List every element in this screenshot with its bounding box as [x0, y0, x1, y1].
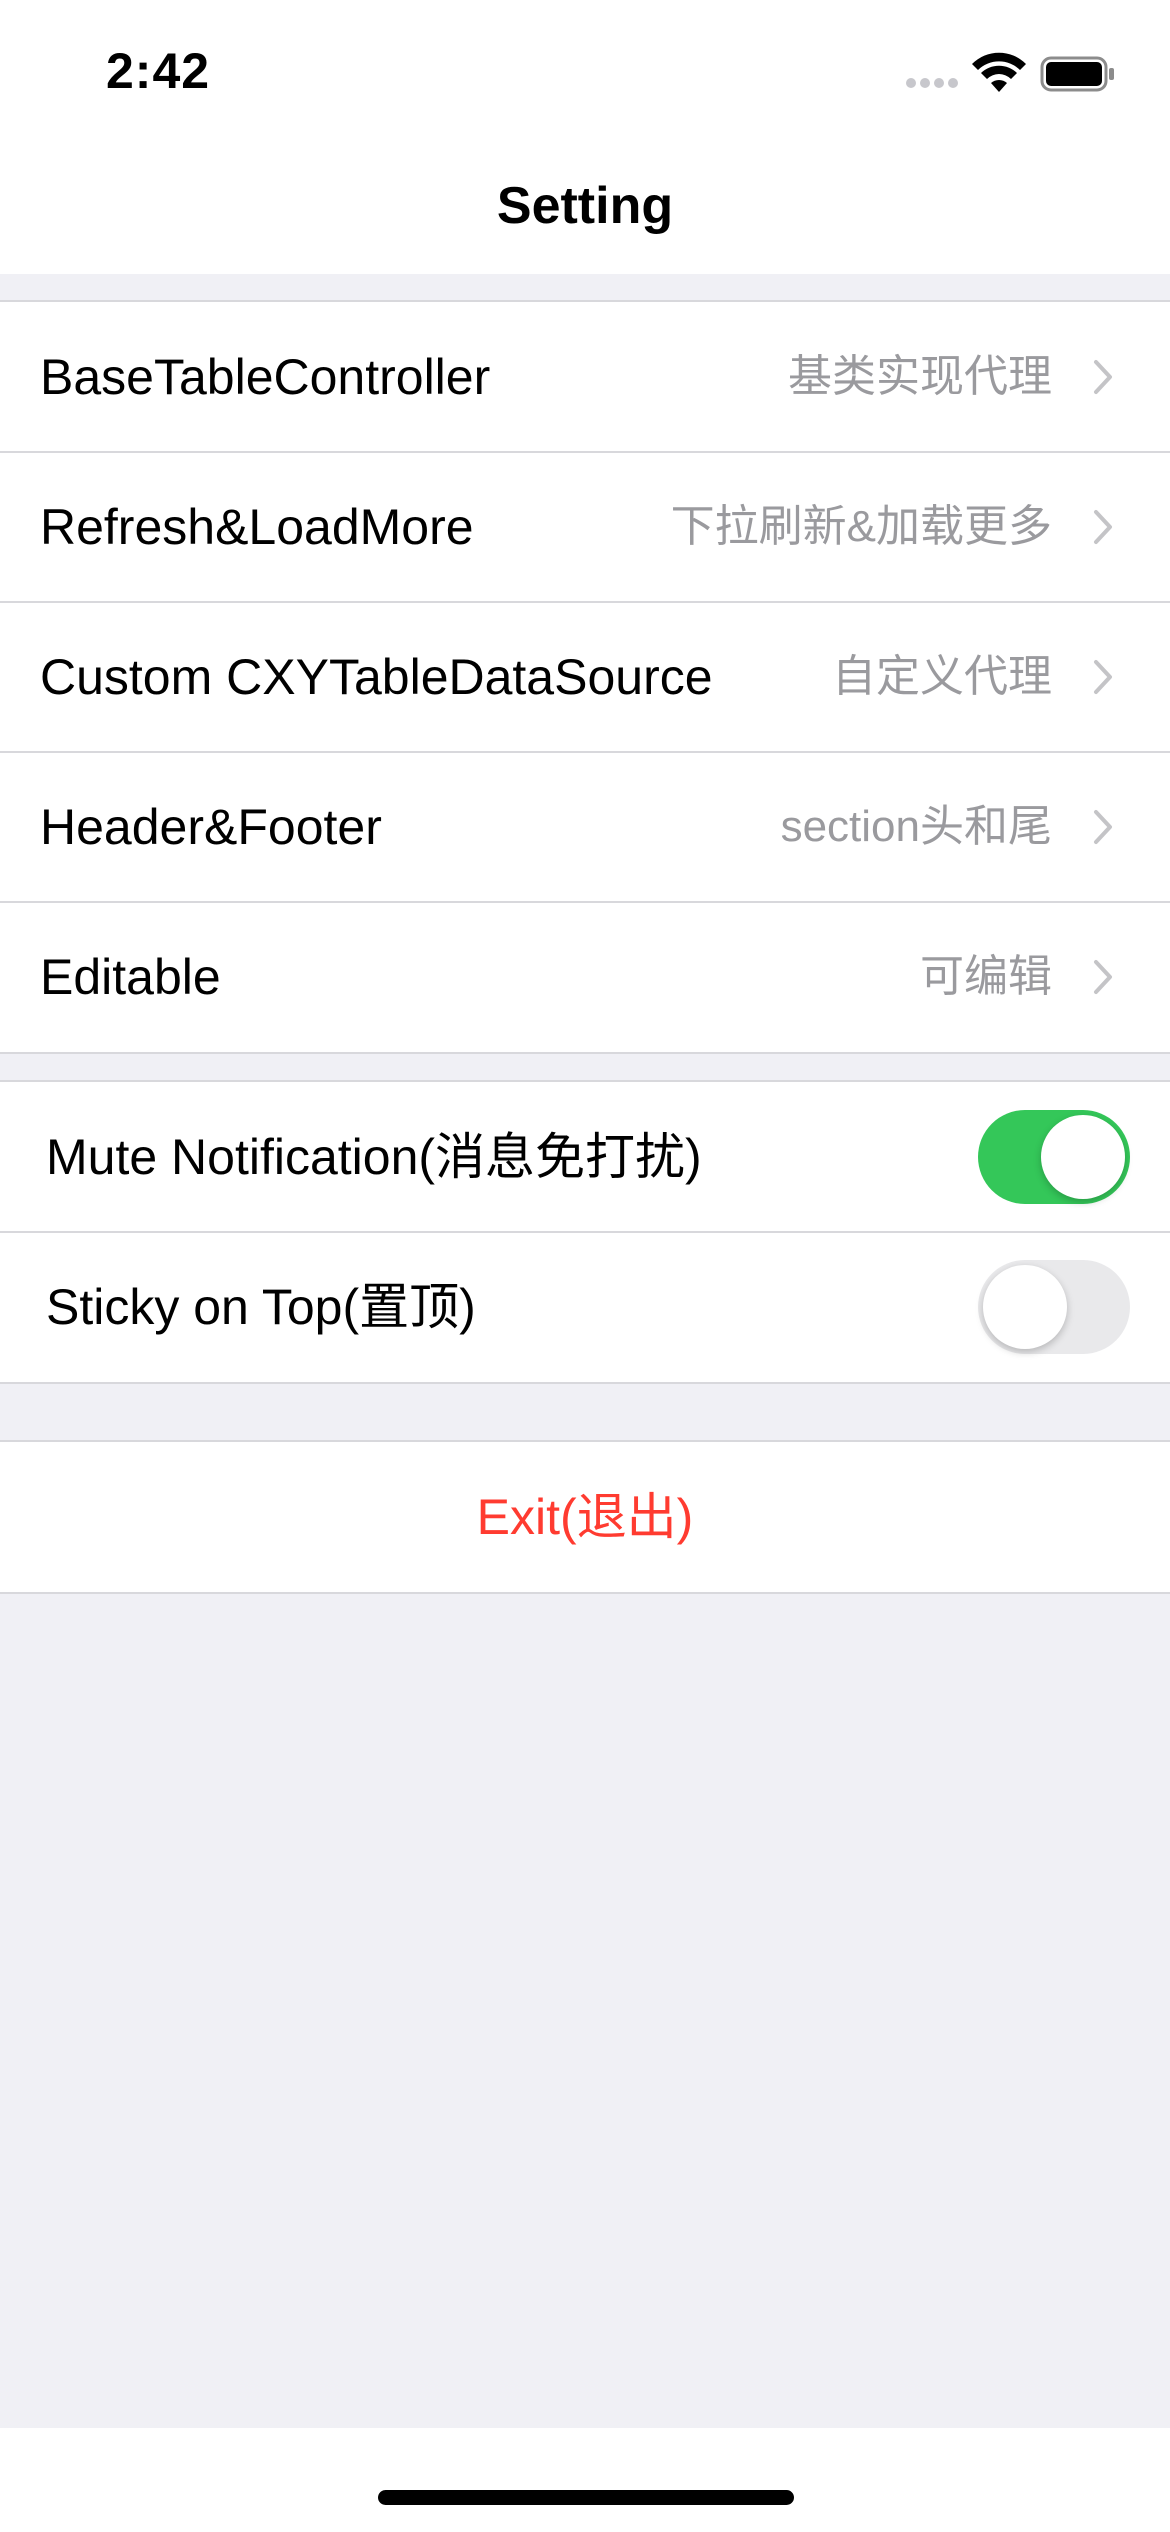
menu-row-detail: 下拉刷新&加载更多 [670, 502, 1052, 551]
toggle-row-label: Mute Notification(消息免打扰) [46, 1129, 702, 1185]
exit-button[interactable]: Exit(退出) [0, 1442, 1170, 1592]
status-time: 2:42 [106, 43, 211, 99]
status-bar: 2:42 [0, 0, 1170, 140]
menu-row-header-footer[interactable]: Header&Footer section头和尾 [0, 751, 1170, 902]
menu-row-label: Custom CXYTableDataSource [40, 649, 713, 705]
menu-row-label: Refresh&LoadMore [40, 499, 474, 555]
bottom-safe-area [0, 2428, 1170, 2532]
exit-label: Exit(退出) [476, 1489, 694, 1545]
wifi-icon [972, 52, 1026, 92]
home-indicator[interactable] [378, 2490, 794, 2505]
sticky-on-top-switch[interactable] [978, 1260, 1130, 1354]
battery-icon [1040, 56, 1114, 92]
menu-row-detail: 可编辑 [920, 952, 1052, 1001]
menu-row-label: BaseTableController [40, 349, 491, 405]
switch-knob [1041, 1115, 1125, 1199]
toggle-group: Mute Notification(消息免打扰) Sticky on Top(置… [0, 1080, 1170, 1384]
page-title: Setting [496, 177, 674, 235]
menu-row-detail: section头和尾 [780, 802, 1052, 851]
toggle-row-sticky-on-top: Sticky on Top(置顶) [0, 1231, 1170, 1382]
menu-row-basetablecontroller[interactable]: BaseTableController 基类实现代理 [0, 302, 1170, 452]
menu-row-custom-datasource[interactable]: Custom CXYTableDataSource 自定义代理 [0, 601, 1170, 752]
mute-notification-switch[interactable] [978, 1110, 1130, 1204]
exit-group: Exit(退出) [0, 1440, 1170, 1594]
toggle-row-label: Sticky on Top(置顶) [46, 1279, 476, 1335]
screen: 2:42 Setting BaseTableController 基类实现代理 … [0, 0, 1170, 2532]
menu-row-label: Header&Footer [40, 799, 382, 855]
chevron-right-icon [1094, 810, 1112, 844]
toggle-row-mute-notification: Mute Notification(消息免打扰) [0, 1082, 1170, 1232]
menu-row-detail: 基类实现代理 [788, 352, 1052, 401]
chevron-right-icon [1094, 660, 1112, 694]
menu-row-detail: 自定义代理 [832, 652, 1052, 701]
menu-row-label: Editable [40, 949, 221, 1005]
menu-row-editable[interactable]: Editable 可编辑 [0, 901, 1170, 1052]
chevron-right-icon [1094, 360, 1112, 394]
chevron-right-icon [1094, 960, 1112, 994]
chevron-right-icon [1094, 510, 1112, 544]
navigation-bar: Setting [0, 140, 1170, 274]
switch-knob [983, 1265, 1067, 1349]
cellular-signal-icon [906, 78, 958, 92]
menu-row-refresh-loadmore[interactable]: Refresh&LoadMore 下拉刷新&加载更多 [0, 451, 1170, 602]
menu-group: BaseTableController 基类实现代理 Refresh&LoadM… [0, 300, 1170, 1054]
